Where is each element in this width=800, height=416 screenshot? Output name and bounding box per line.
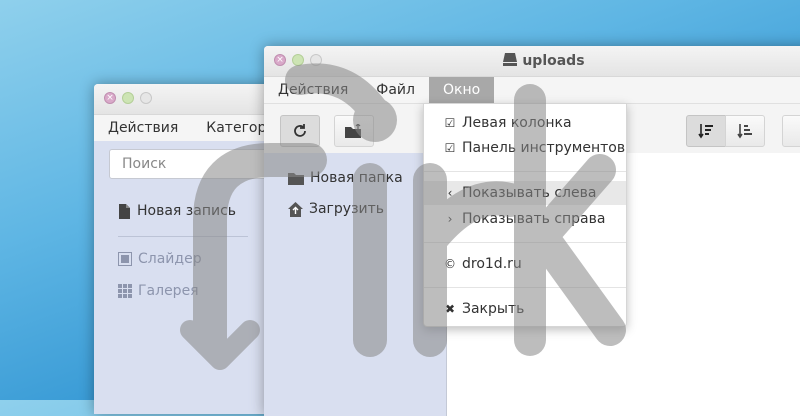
menu-actions[interactable]: Действия bbox=[264, 77, 362, 103]
menu-actions[interactable]: Действия bbox=[94, 115, 192, 141]
copyright-icon: © bbox=[444, 257, 456, 271]
menu-item-label: Панель инструментов bbox=[462, 140, 626, 156]
grid-icon bbox=[118, 284, 132, 298]
menu-item-show-right[interactable]: › Показывать справа bbox=[424, 207, 626, 231]
refresh-button[interactable] bbox=[280, 115, 320, 147]
upload-folder-button[interactable] bbox=[334, 115, 374, 147]
menu-item-close[interactable]: ✖ Закрыть bbox=[424, 297, 626, 321]
sidebar-item-slider[interactable]: Слайдер bbox=[118, 251, 202, 267]
folder-icon bbox=[288, 172, 304, 185]
checkbox-checked-icon: ☑ bbox=[444, 141, 456, 155]
chevron-left-icon: ‹ bbox=[447, 186, 453, 200]
maximize-icon[interactable] bbox=[140, 92, 152, 104]
menu-separator bbox=[424, 287, 626, 288]
minimize-icon[interactable] bbox=[122, 92, 134, 104]
menu-item-label: Левая колонка bbox=[462, 115, 572, 131]
back-button[interactable]: ◀ bbox=[782, 115, 800, 147]
drive-icon bbox=[503, 53, 518, 66]
sidebar-item-label: Слайдер bbox=[138, 251, 202, 267]
menu-window[interactable]: Окно bbox=[428, 77, 495, 103]
divider bbox=[118, 236, 248, 237]
sort-asc-icon bbox=[737, 124, 752, 139]
sidebar-item-label: Галерея bbox=[138, 283, 199, 299]
refresh-icon bbox=[294, 124, 306, 137]
close-circle-icon: ✖ bbox=[444, 302, 456, 316]
menu-separator bbox=[424, 171, 626, 172]
sidebar-item-gallery[interactable]: Галерея bbox=[118, 283, 199, 299]
menu-file[interactable]: Файл bbox=[362, 77, 429, 103]
menu-item-label: Показывать слева bbox=[462, 185, 597, 201]
menu-item-left-column[interactable]: ☑ Левая колонка bbox=[424, 111, 626, 135]
sidebar-item-upload[interactable]: Загрузить bbox=[288, 201, 384, 217]
menu-separator bbox=[424, 242, 626, 243]
sort-asc-button[interactable] bbox=[725, 115, 765, 147]
slider-icon bbox=[118, 252, 132, 266]
checkbox-checked-icon: ☑ bbox=[444, 116, 456, 130]
window-title-text: uploads bbox=[522, 53, 585, 69]
document-icon bbox=[119, 203, 130, 219]
sidebar-item-label: Загрузить bbox=[309, 201, 385, 217]
folder-upload-icon bbox=[345, 124, 361, 138]
sidebar-item-label: Новая папка bbox=[310, 170, 403, 186]
menu-item-label: Закрыть bbox=[462, 301, 525, 317]
chevron-right-icon: › bbox=[447, 212, 453, 226]
sort-desc-button[interactable] bbox=[686, 115, 726, 147]
sort-desc-icon bbox=[698, 124, 713, 139]
menu-item-toolbar[interactable]: ☑ Панель инструментов bbox=[424, 136, 626, 160]
sidebar-item-new-folder[interactable]: Новая папка bbox=[288, 170, 403, 186]
window-title: uploads bbox=[264, 53, 800, 69]
sidebar-item-label: Новая запись bbox=[137, 203, 237, 219]
home-upload-icon bbox=[288, 201, 303, 217]
menu-item-show-left[interactable]: ‹ Показывать слева bbox=[424, 181, 626, 205]
sidebar-item-new-entry[interactable]: Новая запись bbox=[118, 203, 236, 219]
window-menu-dropdown: ☑ Левая колонка ☑ Панель инструментов ‹ … bbox=[423, 103, 627, 327]
close-icon[interactable]: × bbox=[104, 92, 116, 104]
menu-item-label: Показывать справа bbox=[462, 211, 606, 227]
front-window-titlebar: × uploads bbox=[264, 46, 800, 77]
menu-item-label: dro1d.ru bbox=[462, 256, 522, 272]
menu-item-site-link[interactable]: © dro1d.ru bbox=[424, 252, 626, 276]
front-menubar: Действия Файл Окно bbox=[264, 77, 800, 104]
front-sidebar: Новая папка Загрузить bbox=[264, 153, 447, 416]
